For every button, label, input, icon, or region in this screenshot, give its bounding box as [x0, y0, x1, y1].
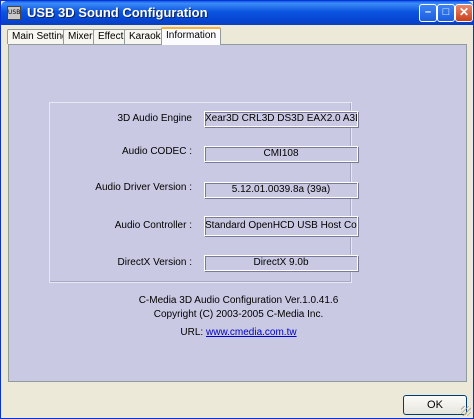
driver-version-value: 5.12.01.0039.8a (39a)	[204, 182, 358, 198]
driver-version-label: Audio Driver Version :	[95, 182, 192, 193]
information-panel: 3D Audio Engine Xear3D CRL3D DS3D EAX2.0…	[8, 44, 467, 382]
dialog-window: USB USB 3D Sound Configuration – □ ✕ Mai…	[0, 0, 474, 419]
title-bar[interactable]: USB USB 3D Sound Configuration – □ ✕	[1, 1, 473, 25]
website-link[interactable]: www.cmedia.com.tw	[206, 327, 297, 338]
minimize-button[interactable]: –	[419, 4, 437, 22]
controller-value: Standard OpenHCD USB Host Controller	[204, 216, 358, 236]
directx-value: DirectX 9.0b	[204, 255, 358, 271]
tab-information[interactable]: Information	[161, 27, 222, 45]
codec-value: CMI108	[204, 146, 358, 162]
codec-label: Audio CODEC :	[121, 146, 192, 157]
maximize-button[interactable]: □	[437, 4, 455, 22]
window-title: USB 3D Sound Configuration	[27, 5, 208, 20]
url-line: URL: www.cmedia.com.tw	[9, 327, 468, 338]
url-label: URL:	[180, 327, 204, 338]
version-text: C-Media 3D Audio Configuration Ver.1.0.4…	[138, 295, 339, 306]
engine-label: 3D Audio Engine	[117, 113, 192, 124]
usb-app-icon: USB	[7, 6, 21, 20]
resize-grip-icon[interactable]	[461, 406, 471, 416]
directx-label: DirectX Version :	[117, 257, 192, 268]
close-button[interactable]: ✕	[455, 4, 473, 22]
engine-value: Xear3D CRL3D DS3D EAX2.0 A3D1.0	[204, 111, 358, 127]
controller-label: Audio Controller :	[114, 220, 192, 231]
copyright-text: Copyright (C) 2003-2005 C-Media Inc.	[153, 309, 324, 320]
info-group-box: 3D Audio Engine Xear3D CRL3D DS3D EAX2.0…	[49, 102, 358, 283]
ok-button[interactable]: OK	[403, 395, 467, 415]
